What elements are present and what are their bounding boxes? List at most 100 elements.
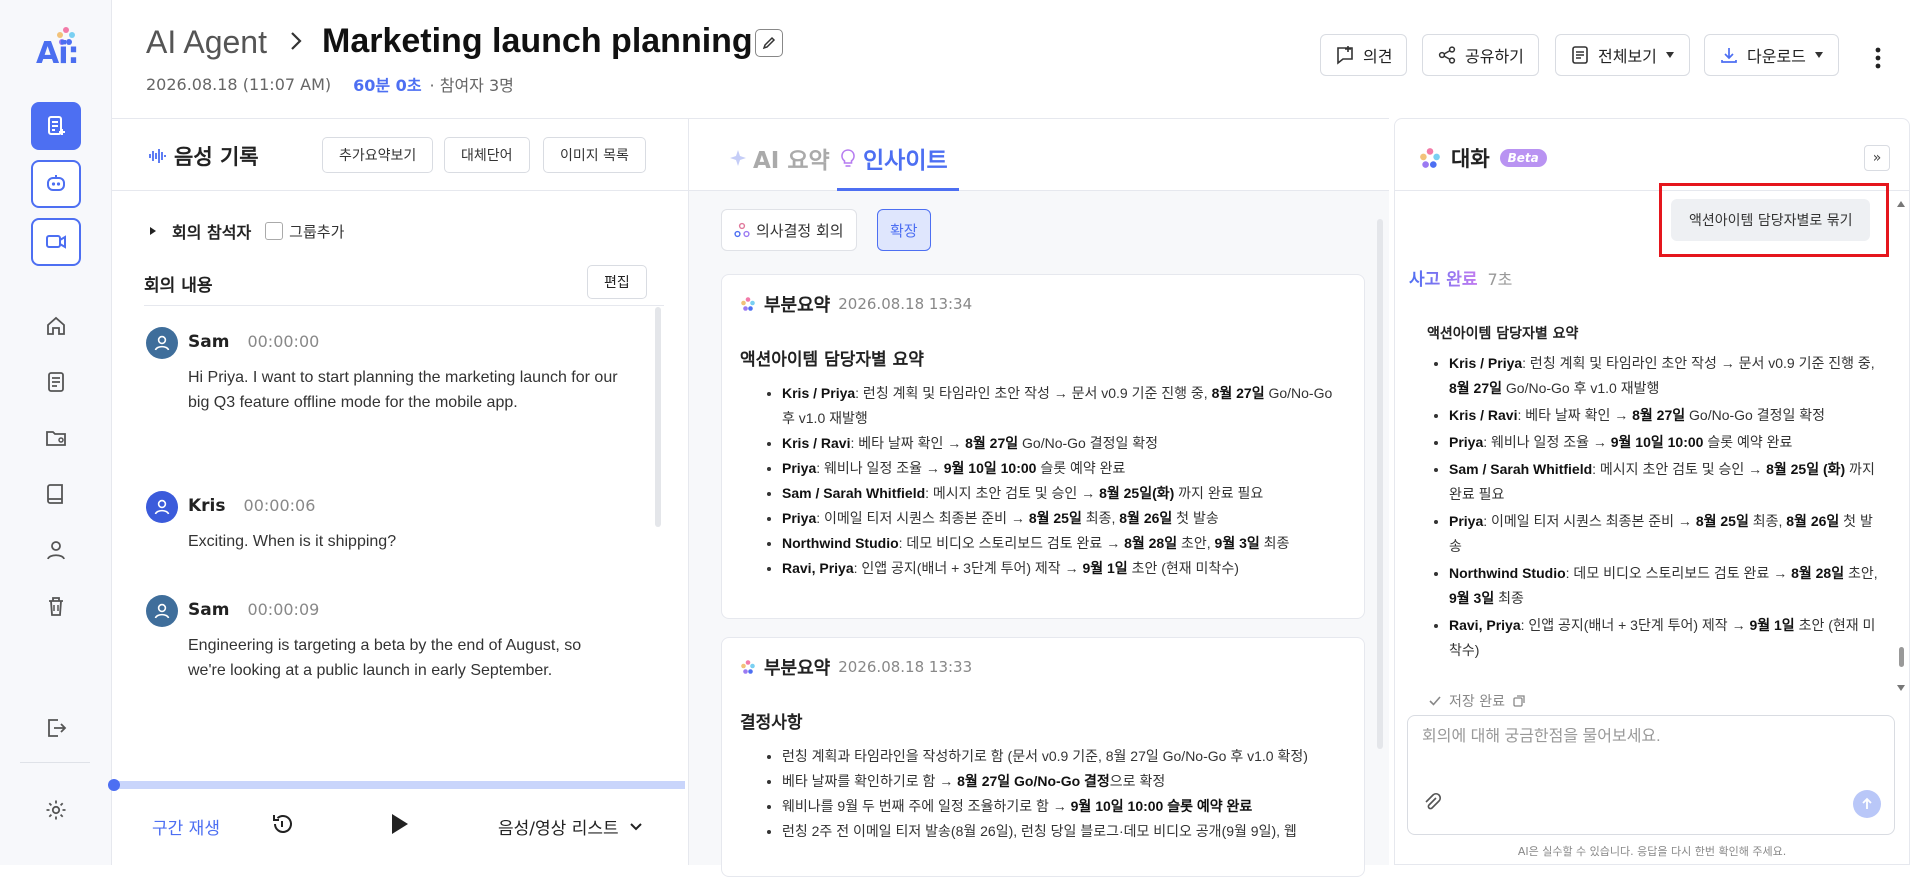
attach-button[interactable] — [1422, 792, 1442, 812]
settings-button[interactable] — [42, 796, 70, 824]
checkbox-box[interactable] — [265, 222, 284, 240]
utterance-text: Exciting. When is it shipping? — [188, 533, 397, 550]
decision-meeting-chip[interactable]: 의사결정 회의 — [721, 209, 857, 251]
share-button[interactable]: 공유하기 — [1422, 34, 1539, 76]
ai-agent-button[interactable] — [31, 160, 81, 208]
expand-chip[interactable]: 확장 — [877, 209, 931, 251]
chat-input-box[interactable] — [1407, 715, 1895, 835]
documents-button[interactable] — [42, 368, 70, 396]
trash-icon — [49, 597, 63, 616]
avatar — [146, 595, 178, 627]
list-icon — [1572, 46, 1588, 64]
timestamp[interactable]: 00:00:06 — [244, 496, 316, 516]
segment-play-button[interactable]: 구간 재생 — [152, 814, 220, 839]
replace-words-button[interactable]: 대체단어 — [444, 137, 530, 173]
tab-ai-summary[interactable]: AI 요약 — [729, 141, 830, 175]
copy-icon[interactable] — [1513, 695, 1525, 707]
library-button[interactable] — [42, 480, 70, 508]
more-menu-button[interactable] — [1874, 46, 1882, 70]
caret-down-icon — [1665, 52, 1674, 58]
chat-input[interactable] — [1422, 728, 1882, 746]
speaker-name: Sam — [188, 332, 230, 352]
edit-title-button[interactable] — [755, 29, 783, 57]
new-note-button[interactable] — [31, 102, 81, 150]
chat-title: 대화 Beta — [1419, 143, 1547, 173]
decision-meeting-label: 의사결정 회의 — [756, 221, 844, 240]
list-item: 런칭 2주 전 이메일 티저 발송(8월 26일), 런칭 당일 블로그·데모 … — [782, 819, 1346, 844]
profile-button[interactable] — [42, 536, 70, 564]
screen-record-icon — [46, 235, 66, 249]
voice-record-panel: 음성 기록 추가요약보기 대체단어 이미지 목록 회의 참석자 그룹추가 회의 … — [108, 118, 689, 866]
extra-summary-button[interactable]: 추가요약보기 — [322, 137, 434, 173]
triangle-right-icon[interactable] — [148, 226, 158, 236]
person-icon — [154, 335, 170, 351]
participants-row: 회의 참석자 그룹추가 — [148, 219, 344, 243]
playback-controls: 구간 재생 음성/영상 리스트 — [112, 791, 689, 866]
transcript-entry[interactable]: Sam 00:00:00 Hi Priya. I want to start pl… — [146, 327, 646, 447]
view-all-dropdown[interactable]: 전체보기 — [1555, 34, 1690, 76]
thinking-status[interactable]: 사고 완료 7초 — [1409, 265, 1513, 291]
play-icon — [392, 814, 408, 834]
card-subtitle: 결정사항 — [740, 713, 803, 733]
flower-icon — [1420, 148, 1440, 168]
app-logo[interactable]: Ai: — [36, 26, 80, 74]
contents-divider — [144, 305, 664, 306]
shared-folder-button[interactable] — [42, 424, 70, 452]
download-dropdown[interactable]: 다운로드 — [1704, 34, 1839, 76]
card-subtitle: 액션아이템 담당자별 요약 — [740, 350, 924, 370]
saved-label: 저장 완료 — [1449, 694, 1505, 710]
rewind-icon — [273, 815, 292, 833]
thinking-time: 7초 — [1487, 269, 1513, 289]
transcript-entry[interactable]: Kris 00:00:06 Exciting. When is it shippi… — [146, 491, 646, 571]
chevron-down-icon — [629, 822, 642, 830]
tab-insight-label: 인사이트 — [863, 148, 948, 174]
group-add-checkbox[interactable]: 그룹추가 — [265, 221, 344, 242]
answer-title: 액션아이템 담당자별 요약 — [1427, 326, 1579, 342]
list-item: 베타 날짜를 확인하기로 함 → 8월 27일 Go/No-Go 결정으로 확정 — [782, 769, 1346, 794]
kebab-icon — [1875, 47, 1881, 69]
screen-record-button[interactable] — [31, 218, 81, 266]
download-icon — [1721, 48, 1737, 63]
playback-scrubber[interactable] — [108, 779, 120, 791]
chat-title-text: 대화 — [1451, 147, 1490, 171]
speaker-name: Sam — [188, 600, 230, 620]
utterance-text: Hi Priya. I want to start planning the m… — [188, 369, 618, 411]
trash-button[interactable] — [42, 592, 70, 620]
avatar — [146, 491, 178, 523]
tab-insight[interactable]: 인사이트 — [839, 141, 948, 175]
logo-text: Ai: — [36, 36, 79, 71]
decisions-list: 런칭 계획과 타임라인을 작성하기로 함 (문서 v0.9 기준, 8월 27일… — [762, 744, 1346, 844]
play-button[interactable] — [386, 811, 412, 837]
participants-label[interactable]: 회의 참석자 — [172, 219, 251, 243]
timestamp[interactable]: 00:00:09 — [247, 600, 319, 620]
opinion-button[interactable]: 의견 — [1320, 34, 1408, 76]
thinking-label: 사고 완료 — [1409, 265, 1477, 290]
list-item: 웨비나를 9월 두 번째 주에 일정 조율하기로 함 → 9월 10일 10:0… — [782, 794, 1346, 819]
insights-scrollbar[interactable] — [1377, 219, 1383, 749]
playback-progress-bar[interactable] — [112, 781, 685, 789]
left-rail: Ai: — [0, 0, 112, 865]
chat-panel: 대화 Beta » 액션아이템 담당자별로 묶기 사고 완료 7초 액션아이템 … — [1394, 118, 1910, 865]
logout-button[interactable] — [42, 714, 70, 742]
waveform-icon — [149, 149, 166, 163]
media-list-label: 음성/영상 리스트 — [498, 819, 619, 839]
transcript-entry[interactable]: Sam 00:00:09 Engineering is targeting a b… — [146, 595, 646, 715]
suggestion-chip[interactable]: 액션아이템 담당자별로 묶기 — [1671, 199, 1871, 241]
timestamp[interactable]: 00:00:00 — [247, 332, 319, 352]
transcript-scrollbar[interactable] — [655, 307, 661, 527]
list-item: Priya: 웨비나 일정 조율 → 9월 10일 10:00 슬롯 예약 완료 — [782, 456, 1346, 481]
edit-transcript-button[interactable]: 편집 — [587, 265, 647, 299]
comment-add-icon — [1337, 46, 1353, 65]
shared-folder-icon — [46, 431, 66, 446]
chat-scrollbar[interactable] — [1895, 199, 1907, 699]
image-list-button[interactable]: 이미지 목록 — [543, 137, 646, 173]
rewind-button[interactable] — [270, 811, 296, 837]
media-list-dropdown[interactable]: 음성/영상 리스트 — [498, 814, 643, 839]
flower-icon — [741, 297, 755, 311]
home-button[interactable] — [42, 312, 70, 340]
collapse-panel-button[interactable]: » — [1864, 145, 1890, 171]
page-title: Marketing launch planning — [322, 22, 753, 60]
send-button[interactable] — [1853, 790, 1881, 818]
chat-header: 대화 Beta » — [1395, 119, 1909, 191]
breadcrumb-parent[interactable]: AI Agent — [146, 24, 267, 61]
